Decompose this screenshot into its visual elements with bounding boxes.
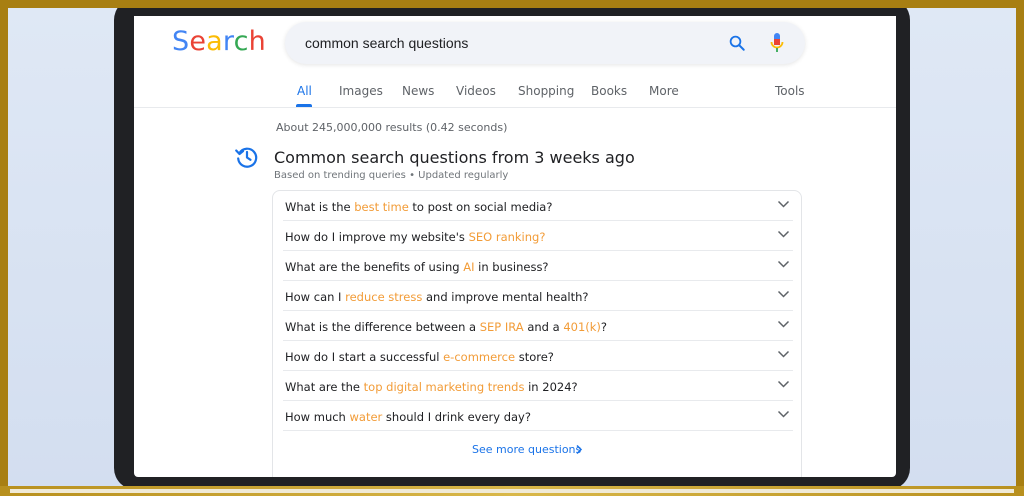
question-row[interactable]: What are the benefits of using AI in bus…: [283, 251, 793, 281]
question-text: How can I reduce stress and improve ment…: [285, 290, 589, 304]
tab-tools[interactable]: Tools: [775, 84, 805, 98]
question-row[interactable]: What is the best time to post on social …: [283, 191, 793, 221]
question-text: What is the best time to post on social …: [285, 200, 553, 214]
question-text: What are the benefits of using AI in bus…: [285, 260, 549, 274]
logo-letter: h: [248, 26, 266, 57]
header-divider: [134, 107, 896, 108]
chevron-down-icon[interactable]: [777, 260, 790, 269]
tab-more[interactable]: More: [649, 84, 679, 98]
chevron-down-icon[interactable]: [777, 290, 790, 299]
logo-letter: r: [222, 26, 234, 57]
tab-all[interactable]: All: [297, 84, 312, 98]
chevron-down-icon[interactable]: [777, 200, 790, 209]
question-text: How much water should I drink every day?: [285, 410, 531, 424]
section-title: Common search questions from 3 weeks ago: [274, 148, 635, 167]
question-text: How do I start a successful e-commerce s…: [285, 350, 554, 364]
search-icon[interactable]: [728, 34, 746, 52]
logo-letter: a: [206, 26, 223, 57]
tab-books[interactable]: Books: [591, 84, 627, 98]
chevron-down-icon[interactable]: [777, 380, 790, 389]
question-row[interactable]: What are the top digital marketing trend…: [283, 371, 793, 401]
see-more-questions-link[interactable]: See more questions: [472, 443, 581, 456]
search-tabs: All Images News Videos Shopping Books Mo…: [134, 80, 896, 108]
chevron-down-icon[interactable]: [777, 410, 790, 419]
microphone-icon[interactable]: [769, 32, 785, 54]
logo-letter: c: [233, 26, 249, 57]
tab-news[interactable]: News: [402, 84, 434, 98]
tab-shopping[interactable]: Shopping: [518, 84, 574, 98]
background: Search common search questions All Image…: [8, 8, 1016, 488]
history-icon: [235, 147, 258, 168]
question-row[interactable]: How do I improve my website's SEO rankin…: [283, 221, 793, 251]
chevron-right-icon[interactable]: [575, 444, 583, 455]
logo-letter: S: [172, 26, 190, 57]
question-text: What is the difference between a SEP IRA…: [285, 320, 608, 334]
question-row[interactable]: How do I start a successful e-commerce s…: [283, 341, 793, 371]
question-row[interactable]: How can I reduce stress and improve ment…: [283, 281, 793, 311]
section-subtitle: Based on trending queries • Updated regu…: [274, 170, 509, 181]
search-box[interactable]: common search questions: [285, 22, 805, 64]
browser-screen: Search common search questions All Image…: [134, 16, 896, 477]
question-row[interactable]: What is the difference between a SEP IRA…: [283, 311, 793, 341]
search-input[interactable]: common search questions: [305, 35, 468, 51]
question-row[interactable]: How much water should I drink every day?: [283, 401, 793, 431]
chevron-down-icon[interactable]: [777, 320, 790, 329]
logo-letter: e: [189, 26, 207, 57]
tab-videos[interactable]: Videos: [456, 84, 496, 98]
chevron-down-icon[interactable]: [777, 350, 790, 359]
chevron-down-icon[interactable]: [777, 230, 790, 239]
tab-images[interactable]: Images: [339, 84, 383, 98]
questions-panel: What is the best time to post on social …: [272, 190, 802, 477]
search-logo[interactable]: Search: [172, 26, 266, 57]
results-count: About 245,000,000 results (0.42 seconds): [276, 121, 508, 134]
question-text: What are the top digital marketing trend…: [285, 380, 578, 394]
frame-bottom-strip: [0, 486, 1024, 496]
question-text: How do I improve my website's SEO rankin…: [285, 230, 546, 244]
